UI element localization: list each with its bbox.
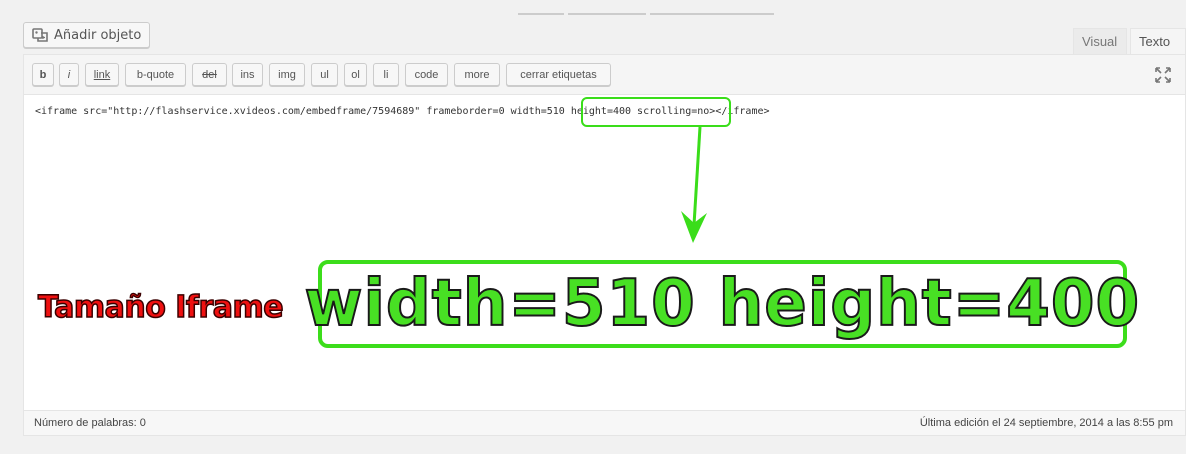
ins-button[interactable]: ins [232, 63, 263, 86]
img-button[interactable]: img [269, 63, 305, 86]
ul-button[interactable]: ul [311, 63, 338, 86]
editor-textarea[interactable]: <iframe src="http://flashservice.xvideos… [24, 95, 1185, 412]
arrow-icon [681, 126, 707, 243]
close-tags-button[interactable]: cerrar etiquetas [506, 63, 611, 86]
link-button[interactable]: link [85, 63, 119, 86]
add-media-button[interactable]: Añadir objeto [23, 22, 151, 48]
annotation-box: width=510 height=400 [304, 260, 1140, 348]
annotation-big-text: width=510 height=400 [304, 267, 1141, 341]
quicktags-toolbar: b i link b-quote del ins img ul ol li co… [24, 55, 1185, 95]
status-bar: Número de palabras: 0 Última edición el … [24, 410, 1185, 435]
li-button[interactable]: li [373, 63, 399, 86]
last-edit: Última edición el 24 septiembre, 2014 a … [919, 417, 1173, 429]
annotation-label: Tamaño Iframe [37, 289, 284, 326]
tab-texto[interactable]: Texto [1130, 28, 1186, 55]
top-tabs-edge [518, 0, 780, 15]
media-icon [32, 27, 48, 43]
code-button[interactable]: code [405, 63, 448, 86]
fullscreen-icon[interactable] [1155, 67, 1171, 83]
word-count: Número de palabras: 0 [34, 417, 146, 429]
del-button[interactable]: del [192, 63, 227, 86]
more-button[interactable]: more [454, 63, 500, 86]
ol-button[interactable]: ol [344, 63, 367, 86]
tab-visual[interactable]: Visual [1073, 28, 1127, 55]
italic-button[interactable]: i [59, 63, 79, 86]
bold-button[interactable]: b [32, 63, 54, 86]
highlight-box [581, 97, 731, 127]
blockquote-button[interactable]: b-quote [125, 63, 186, 86]
add-media-label: Añadir objeto [54, 27, 142, 43]
